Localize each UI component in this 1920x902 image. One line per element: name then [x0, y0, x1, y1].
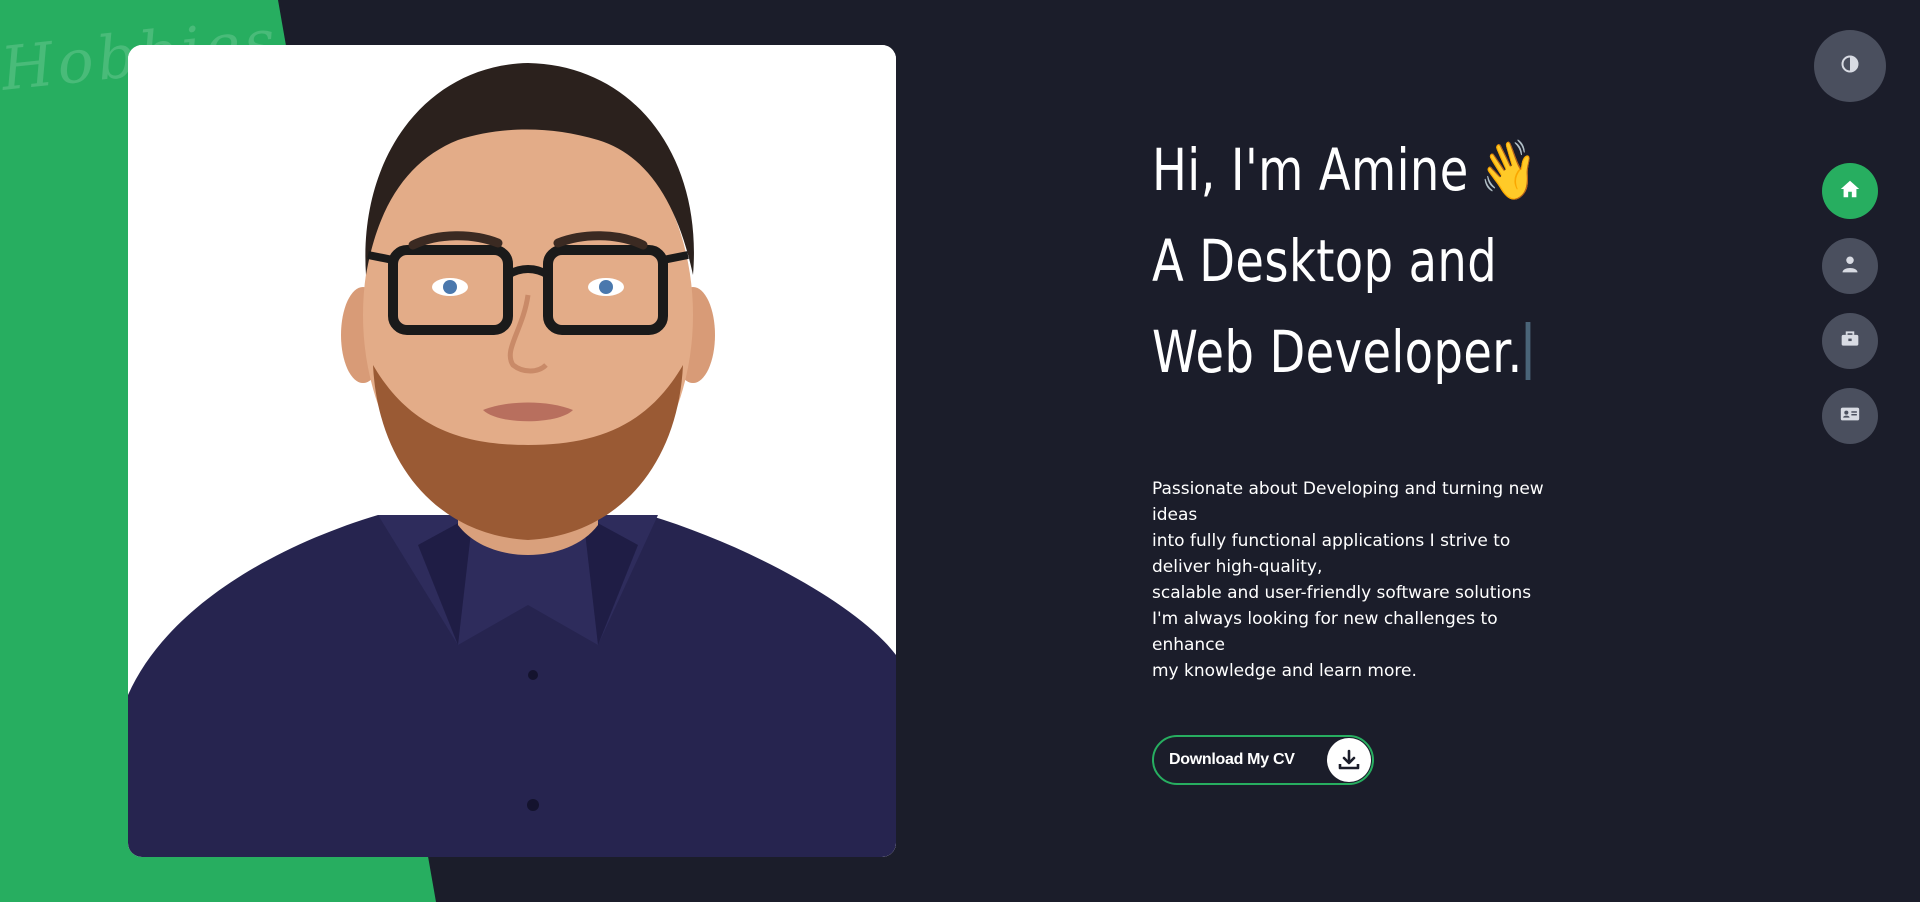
role-line-2-text: Web Developer.: [1152, 318, 1523, 386]
theme-toggle-button[interactable]: [1814, 30, 1886, 102]
bio-paragraph: Passionate about Developing and turning …: [1152, 476, 1562, 684]
greeting-text: Hi, I'm Amine: [1152, 136, 1469, 204]
bio-line: I'm always looking for new challenges to…: [1152, 609, 1498, 655]
waving-hand-icon: 👋: [1479, 136, 1539, 204]
page: Hobbies Amine: [0, 0, 1920, 902]
download-icon: [1327, 738, 1371, 782]
briefcase-icon: [1840, 329, 1860, 353]
bio-line: my knowledge and learn more.: [1152, 661, 1417, 681]
home-icon: [1839, 178, 1861, 204]
portrait-illustration: [128, 45, 896, 857]
role-line-1: A Desktop and: [1152, 227, 1498, 295]
bio-line: Passionate about Developing and turning …: [1152, 479, 1544, 525]
nav-item-home[interactable]: [1822, 163, 1878, 219]
contrast-icon: [1840, 54, 1860, 78]
hero-heading: Hi, I'm Amine 👋 A Desktop and Web Develop…: [1152, 125, 1538, 398]
role-line-2: Web Developer.: [1152, 307, 1531, 398]
download-cv-label: Download My CV: [1169, 751, 1295, 768]
hero-section: Hi, I'm Amine 👋 A Desktop and Web Develop…: [1152, 125, 1572, 398]
typing-caret: [1525, 322, 1531, 380]
bio-line: scalable and user-friendly software solu…: [1152, 583, 1532, 603]
greeting-line: Hi, I'm Amine 👋: [1152, 125, 1538, 216]
user-icon: [1840, 254, 1860, 278]
profile-photo: [128, 45, 896, 857]
nav-item-contact[interactable]: [1822, 388, 1878, 444]
side-navigation: [1822, 163, 1878, 463]
id-card-icon: [1839, 403, 1861, 429]
nav-item-portfolio[interactable]: [1822, 313, 1878, 369]
bio-line: into fully functional applications I str…: [1152, 531, 1511, 577]
download-cv-button[interactable]: Download My CV: [1152, 735, 1374, 785]
nav-item-about[interactable]: [1822, 238, 1878, 294]
